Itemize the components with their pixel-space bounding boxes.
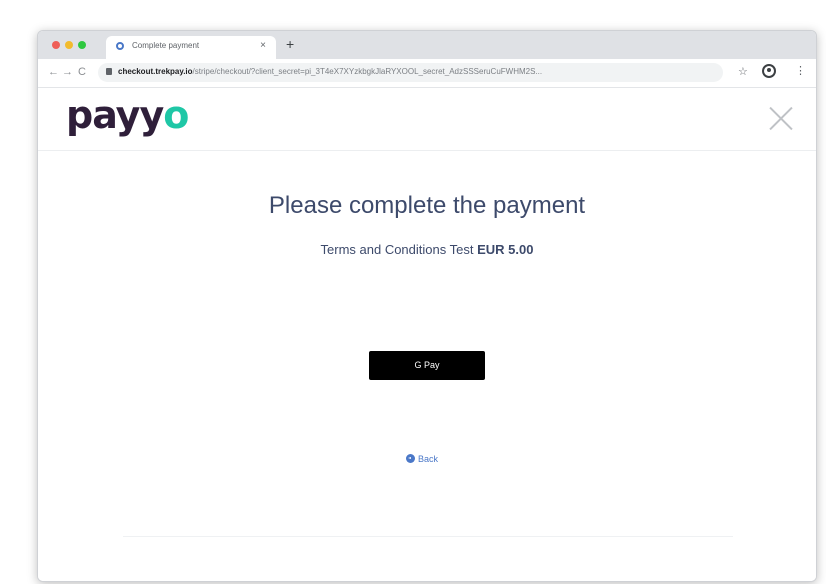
page-title: Please complete the payment: [268, 192, 586, 219]
back-arrow-icon[interactable]: ←: [48, 66, 59, 78]
url-path: /stripe/checkout/?client_secret=pi_3T4eX…: [192, 67, 543, 76]
lock-icon: [106, 68, 112, 75]
minimize-window-button[interactable]: [65, 41, 73, 49]
address-bar[interactable]: checkout.trekpay.io/stripe/checkout/?cli…: [98, 63, 723, 82]
profile-icon[interactable]: [762, 64, 776, 78]
google-pay-button[interactable]: G Pay: [369, 351, 485, 380]
bookmark-star-icon[interactable]: ☆: [738, 65, 748, 78]
tab-close-icon[interactable]: ×: [260, 40, 266, 51]
order-summary: Terms and Conditions Test EUR 5.00: [38, 242, 816, 257]
browser-toolbar: ← → C checkout.trekpay.io/stripe/checkou…: [38, 59, 816, 88]
new-tab-button[interactable]: +: [286, 36, 294, 52]
tab-title: Complete payment: [132, 41, 200, 50]
logo-accent: o: [163, 93, 189, 137]
url-domain: checkout.trekpay.io: [118, 67, 193, 76]
page-header: payyo: [38, 88, 816, 151]
page-content: payyo Please complete the payment Terms …: [38, 88, 816, 581]
forward-arrow-icon[interactable]: →: [62, 66, 73, 78]
browser-window: Complete payment × + ← → C checkout.trek…: [37, 30, 817, 582]
order-amount: EUR 5.00: [477, 242, 534, 257]
maximize-window-button[interactable]: [78, 41, 86, 49]
close-icon[interactable]: [768, 105, 794, 131]
url-text: checkout.trekpay.io/stripe/checkout/?cli…: [118, 67, 713, 76]
favicon-icon: [116, 42, 124, 50]
reload-icon[interactable]: C: [78, 66, 86, 78]
footer-divider: [123, 536, 733, 537]
back-label: Back: [418, 454, 439, 464]
order-name: Terms and Conditions Test: [320, 242, 474, 257]
back-circle-icon: [406, 454, 415, 463]
back-link[interactable]: Back: [406, 454, 438, 464]
close-window-button[interactable]: [52, 41, 60, 49]
menu-dots-icon[interactable]: ⋮: [795, 64, 806, 77]
tab-complete-payment[interactable]: Complete payment ×: [106, 36, 276, 59]
logo-text: payy: [66, 93, 164, 137]
tab-bar: Complete payment × +: [38, 31, 816, 59]
payyo-logo: payyo: [66, 93, 189, 137]
